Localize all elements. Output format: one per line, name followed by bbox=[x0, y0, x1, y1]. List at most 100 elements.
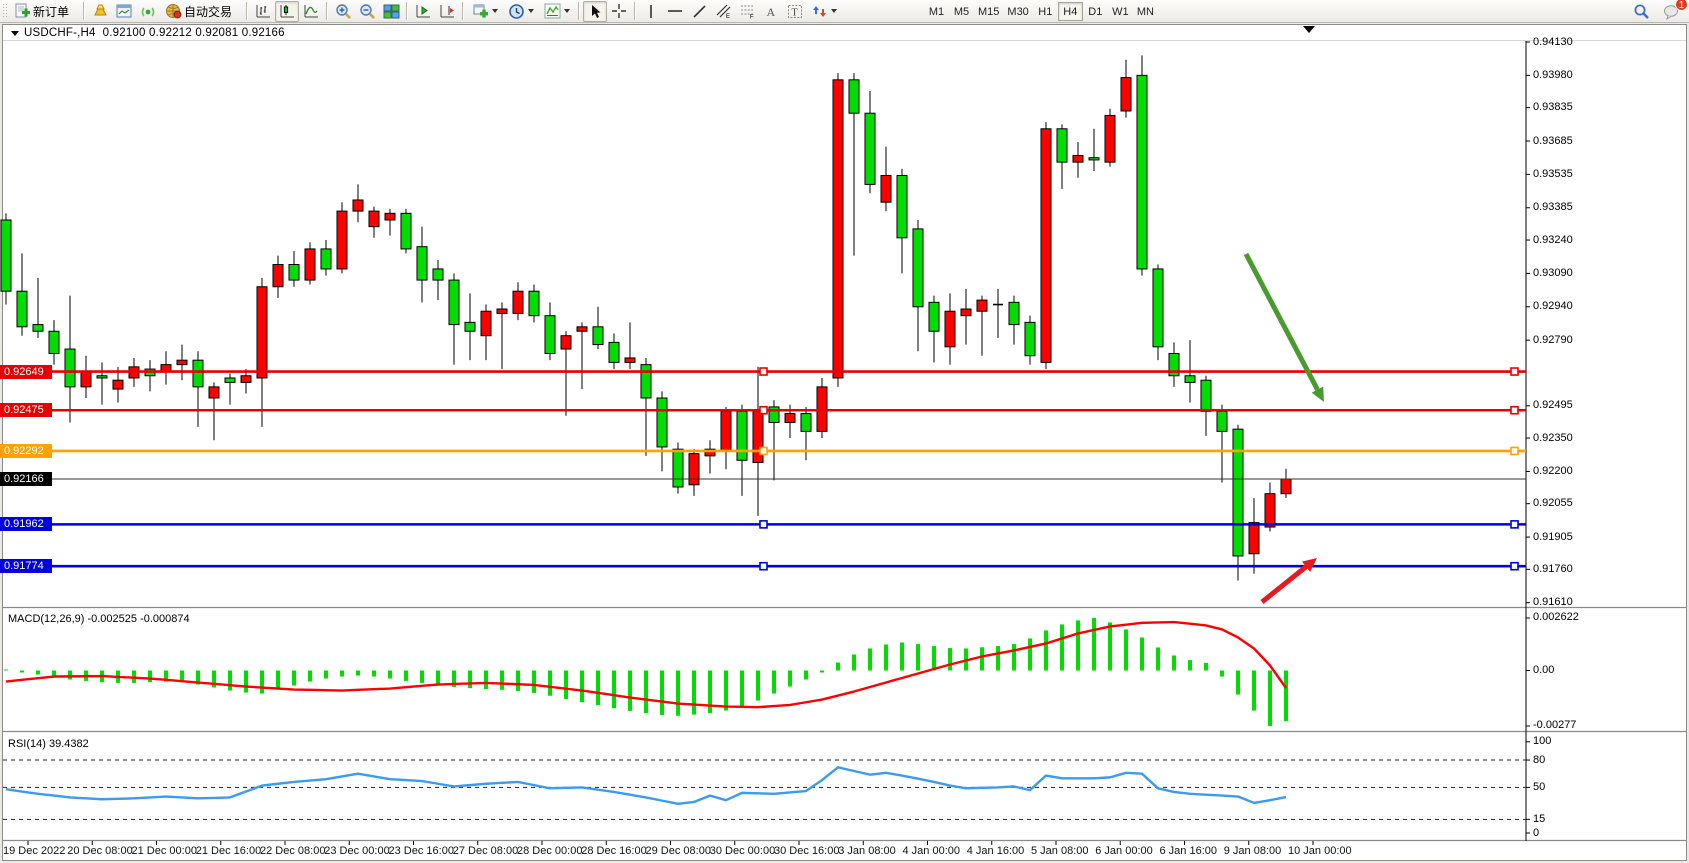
period-clock-button[interactable] bbox=[503, 1, 539, 22]
toolbar-separator bbox=[326, 2, 328, 20]
date-axis-label: 30 Dec 16:00 bbox=[774, 845, 839, 857]
new-chart-button[interactable] bbox=[467, 1, 503, 22]
new-order-label: 新订单 bbox=[33, 3, 69, 20]
timeframe-button-mn[interactable]: MN bbox=[1133, 2, 1158, 21]
rsi-tick-label: 100 bbox=[1533, 735, 1551, 747]
level-price-label: 0.92475 bbox=[0, 403, 52, 417]
level-price-label: 0.92292 bbox=[0, 444, 52, 458]
price-tick-label: 0.93685 bbox=[1533, 135, 1573, 147]
chevron-down-icon bbox=[528, 9, 534, 13]
chart-title-bar: USDCHF-,H4 0.92100 0.92212 0.92081 0.921… bbox=[3, 25, 1686, 41]
new-order-button[interactable]: 新订单 bbox=[9, 1, 80, 22]
chart-ohlc-readout: 0.92100 0.92212 0.92081 0.92166 bbox=[103, 27, 285, 39]
new-order-icon bbox=[14, 3, 31, 20]
svg-text:F: F bbox=[750, 15, 754, 20]
date-axis-label: 23 Dec 16:00 bbox=[389, 845, 454, 857]
fibonacci-icon: F bbox=[739, 3, 756, 19]
indicators-button[interactable] bbox=[539, 1, 575, 22]
arrows-tool-button[interactable] bbox=[807, 1, 842, 22]
macd-tick-label: 0.002622 bbox=[1533, 611, 1579, 623]
timeframe-button-m15[interactable]: M15 bbox=[974, 2, 1003, 21]
crosshair-icon bbox=[611, 3, 627, 19]
date-axis-label: 22 Dec 08:00 bbox=[260, 845, 325, 857]
date-axis-label: 10 Jan 00:00 bbox=[1288, 845, 1352, 857]
bar-chart-icon bbox=[255, 3, 272, 19]
date-axis-label: 23 Dec 00:00 bbox=[324, 845, 389, 857]
date-axis-label: 6 Jan 16:00 bbox=[1160, 845, 1218, 857]
date-axis-label: 9 Jan 08:00 bbox=[1224, 845, 1282, 857]
chart-shift-button[interactable] bbox=[435, 1, 459, 22]
timeframe-button-m30[interactable]: M30 bbox=[1003, 2, 1032, 21]
crosshair-tool-button[interactable] bbox=[607, 1, 631, 22]
gold-icon bbox=[92, 4, 109, 18]
text-label-tool-button[interactable]: T bbox=[783, 1, 807, 22]
timeframe-bar: M1M5M15M30H1H4D1W1MN bbox=[924, 0, 1158, 23]
auto-trading-button[interactable]: 自动交易 bbox=[160, 1, 243, 22]
chart-shift-icon bbox=[439, 3, 456, 19]
price-tick-label: 0.93240 bbox=[1533, 234, 1573, 246]
date-axis-label: 28 Dec 00:00 bbox=[517, 845, 582, 857]
chart-window[interactable]: USDCHF-,H4 0.92100 0.92212 0.92081 0.921… bbox=[2, 24, 1687, 861]
cursor-tool-button[interactable] bbox=[583, 1, 607, 22]
macd-tick-label: -0.00277 bbox=[1533, 719, 1576, 731]
clock-icon bbox=[508, 3, 525, 20]
price-tick-label: 0.92790 bbox=[1533, 334, 1573, 346]
indicators-icon bbox=[544, 3, 561, 19]
auto-scroll-icon bbox=[415, 3, 432, 19]
timeframe-button-d1[interactable]: D1 bbox=[1083, 2, 1108, 21]
date-axis-label: 6 Jan 00:00 bbox=[1095, 845, 1153, 857]
date-axis-label: 30 Dec 00:00 bbox=[710, 845, 775, 857]
date-axis-label: 5 Jan 08:00 bbox=[1031, 845, 1089, 857]
date-axis-label: 29 Dec 08:00 bbox=[646, 845, 711, 857]
toolbar-grip[interactable] bbox=[2, 3, 7, 19]
trendline-tool-button[interactable] bbox=[687, 1, 711, 22]
rsi-panel-label: RSI(14) 39.4382 bbox=[8, 738, 89, 750]
date-axis-label: 28 Dec 16:00 bbox=[581, 845, 646, 857]
date-axis-label: 21 Dec 00:00 bbox=[132, 845, 197, 857]
auto-trading-icon bbox=[165, 3, 182, 19]
text-a-icon: A bbox=[764, 4, 778, 19]
price-tick-label: 0.93535 bbox=[1533, 168, 1573, 180]
timeframe-button-m1[interactable]: M1 bbox=[924, 2, 949, 21]
symbol-dropdown-icon[interactable] bbox=[11, 31, 19, 36]
toolbar-separator bbox=[634, 2, 636, 20]
gold-symbol-button[interactable] bbox=[88, 1, 112, 22]
chart-window-button[interactable] bbox=[112, 1, 136, 22]
price-tick-label: 0.91760 bbox=[1533, 563, 1573, 575]
text-label-icon: T bbox=[787, 4, 803, 19]
tile-windows-button[interactable] bbox=[379, 1, 403, 22]
timeframe-button-h1[interactable]: H1 bbox=[1033, 2, 1058, 21]
zoom-out-button[interactable] bbox=[355, 1, 379, 22]
zoom-in-button[interactable] bbox=[331, 1, 355, 22]
arrows-shapes-icon bbox=[812, 4, 828, 19]
search-button[interactable] bbox=[1629, 1, 1653, 22]
horizontal-line-tool-button[interactable] bbox=[663, 1, 687, 22]
date-axis-label: 20 Dec 08:00 bbox=[67, 845, 132, 857]
equidistant-channel-tool-button[interactable]: E bbox=[711, 1, 735, 22]
timeframe-button-w1[interactable]: W1 bbox=[1108, 2, 1133, 21]
auto-scroll-button[interactable] bbox=[411, 1, 435, 22]
rsi-tick-label: 15 bbox=[1533, 813, 1545, 825]
timeframe-button-h4[interactable]: H4 bbox=[1058, 2, 1083, 21]
last-bar-marker-icon bbox=[1303, 26, 1315, 33]
bar-chart-mode-button[interactable] bbox=[251, 1, 275, 22]
new-chart-icon bbox=[472, 3, 489, 20]
fibonacci-tool-button[interactable]: F bbox=[735, 1, 759, 22]
auto-trading-label: 自动交易 bbox=[184, 3, 232, 20]
timeframe-button-m5[interactable]: M5 bbox=[949, 2, 974, 21]
channel-icon: E bbox=[715, 3, 732, 19]
trendline-icon bbox=[692, 4, 707, 19]
notifications-button[interactable]: 1 bbox=[1659, 1, 1683, 22]
text-tool-button[interactable]: A bbox=[759, 1, 783, 22]
date-axis-label: 3 Jan 08:00 bbox=[838, 845, 896, 857]
line-chart-mode-button[interactable] bbox=[299, 1, 323, 22]
candlestick-mode-button[interactable] bbox=[275, 1, 299, 22]
price-tick-label: 0.94130 bbox=[1533, 36, 1573, 48]
current-price-label: 0.92166 bbox=[0, 472, 52, 486]
price-tick-label: 0.92495 bbox=[1533, 399, 1573, 411]
signals-button[interactable] bbox=[136, 1, 160, 22]
date-axis-label: 21 Dec 16:00 bbox=[196, 845, 261, 857]
vertical-line-tool-button[interactable] bbox=[639, 1, 663, 22]
price-tick-label: 0.92055 bbox=[1533, 497, 1573, 509]
vertical-line-icon bbox=[644, 4, 658, 19]
